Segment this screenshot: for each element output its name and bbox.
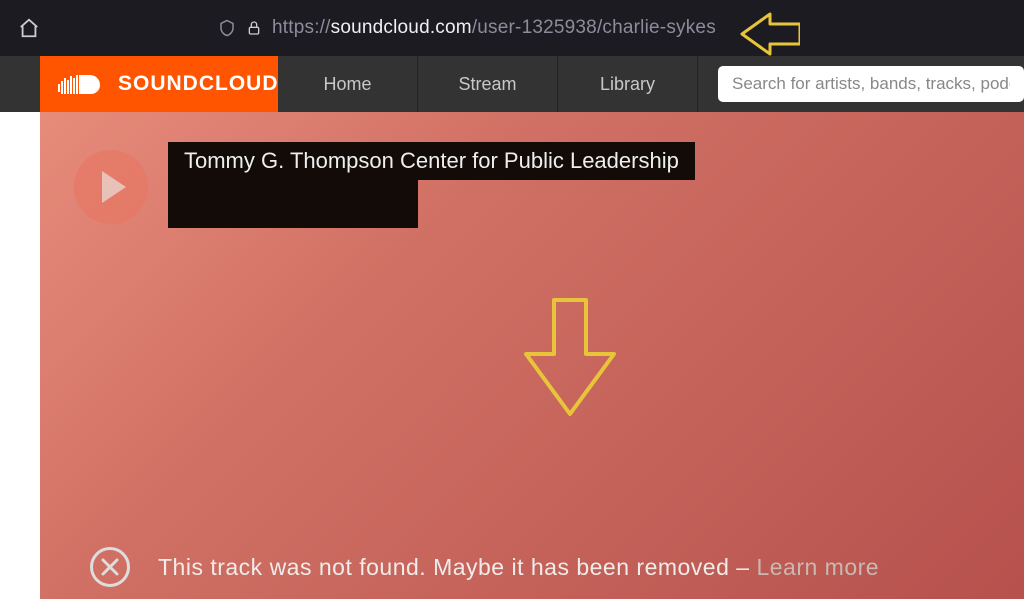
site-header: SOUNDCLOUD Home Stream Library [0, 56, 1024, 112]
nav-library[interactable]: Library [558, 56, 698, 112]
browser-toolbar: https://soundcloud.com/user-1325938/char… [0, 0, 1024, 56]
main-nav: Home Stream Library [278, 56, 698, 112]
annotation-arrow-left-icon [740, 12, 800, 56]
logo-text: SOUNDCLOUD [118, 72, 279, 96]
annotation-arrow-down-icon [520, 298, 620, 418]
track-notfound-bar: This track was not found. Maybe it has b… [40, 535, 1024, 599]
error-x-icon [90, 547, 130, 587]
home-button[interactable] [12, 11, 46, 45]
url-protocol: https:// [272, 17, 331, 38]
search-container [718, 56, 1024, 112]
play-icon [102, 171, 126, 203]
nav-home[interactable]: Home [278, 56, 418, 112]
url-text: https://soundcloud.com/user-1325938/char… [272, 17, 716, 39]
url-path: /user-1325938/charlie-sykes [472, 17, 716, 38]
track-title-placeholder [168, 178, 418, 228]
play-button[interactable] [74, 150, 148, 224]
learn-more-link[interactable]: Learn more [756, 554, 879, 580]
search-input[interactable] [718, 66, 1024, 102]
uploader-name[interactable]: Tommy G. Thompson Center for Public Lead… [168, 142, 695, 180]
soundcloud-cloud-icon [58, 72, 106, 96]
track-hero: Tommy G. Thompson Center for Public Lead… [40, 112, 1024, 599]
content-area: Tommy G. Thompson Center for Public Lead… [0, 112, 1024, 599]
logo[interactable]: SOUNDCLOUD [40, 56, 278, 112]
nav-stream[interactable]: Stream [418, 56, 558, 112]
address-bar[interactable]: https://soundcloud.com/user-1325938/char… [208, 8, 726, 48]
shield-icon [218, 18, 236, 38]
notfound-message: This track was not found. Maybe it has b… [158, 554, 729, 580]
notfound-sep: – [729, 554, 756, 580]
notfound-text: This track was not found. Maybe it has b… [158, 554, 879, 581]
lock-icon [246, 18, 262, 38]
url-host: soundcloud.com [331, 17, 472, 38]
